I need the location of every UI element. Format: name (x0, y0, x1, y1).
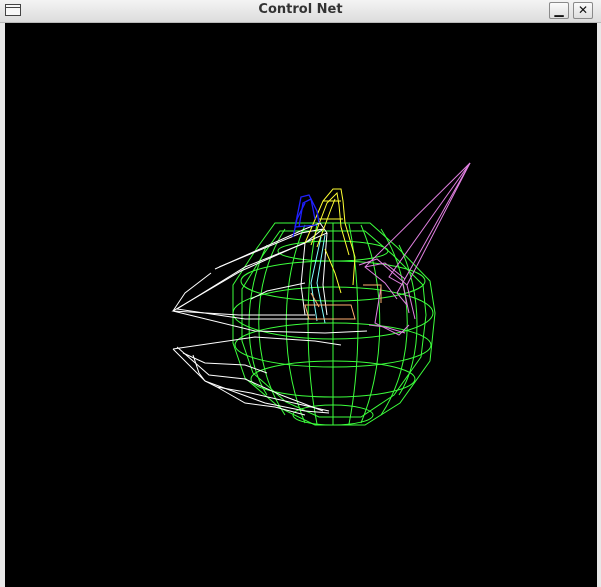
close-button[interactable]: ✕ (573, 2, 593, 19)
window-title: Control Net (258, 2, 343, 17)
violet-spike-mesh (358, 162, 471, 336)
minimize-icon: ▁ (554, 3, 564, 17)
close-icon: ✕ (577, 3, 589, 17)
control-net-window: Control Net ▁ ✕ (0, 0, 601, 587)
green-body-mesh (232, 222, 436, 426)
control-net-wireframe (171, 162, 471, 426)
title-bar[interactable]: Control Net ▁ ✕ (0, 0, 601, 23)
minimize-button[interactable]: ▁ (549, 2, 569, 19)
gl-viewport[interactable] (5, 23, 597, 587)
